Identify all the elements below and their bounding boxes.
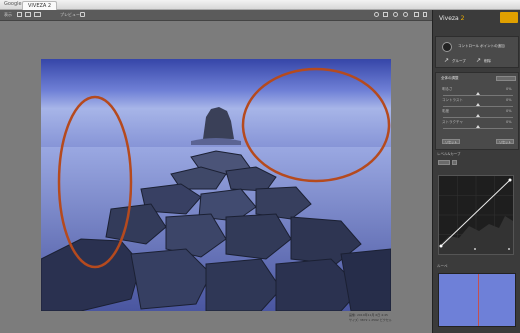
- app-version: 2: [460, 15, 465, 22]
- nik-logo: [500, 12, 518, 23]
- browser-brand: Google: [4, 1, 22, 7]
- fit-icon[interactable]: [383, 12, 388, 17]
- fullscreen-icon[interactable]: [414, 12, 419, 17]
- structure-knob[interactable]: [476, 125, 480, 128]
- curve-channel-select[interactable]: [438, 160, 450, 165]
- loupe-title: ルーペ: [437, 264, 448, 268]
- side-by-side-icon[interactable]: [34, 12, 41, 17]
- global-adjust-menu[interactable]: [496, 76, 516, 81]
- loupe-divider[interactable]: [478, 274, 479, 326]
- settings-icon[interactable]: [423, 12, 427, 17]
- group-arrow-icon[interactable]: ↗: [444, 58, 449, 64]
- saturation-knob[interactable]: [476, 114, 480, 117]
- saturation-slider[interactable]: [443, 117, 513, 118]
- control-point-section: コントロール ポイントの追加 ↗ グループ ↗ 削除: [435, 36, 519, 68]
- structure-label: ストラクチャ: [442, 120, 463, 124]
- image-info-line2: サイズ: 3872 x 2592 ピクセル: [349, 318, 392, 322]
- image-info: 画像: 2010年11月 6日 4:45 サイズ: 3872 x 2592 ピク…: [349, 313, 392, 323]
- reset-right-button[interactable]: リセット: [496, 139, 514, 144]
- global-adjust-section: 全体の調整 明るさ 0% コントラスト 0% 彩度 0% ストラクチャ 0% リ…: [435, 72, 519, 150]
- app-name: Viveza 2: [439, 15, 464, 22]
- saturation-value: 0%: [506, 109, 512, 113]
- curve-editor[interactable]: [438, 175, 514, 255]
- delete-label[interactable]: 削除: [484, 59, 491, 64]
- zoom-out-icon[interactable]: [403, 12, 408, 17]
- delete-arrow-icon[interactable]: ↗: [476, 58, 481, 64]
- view-label: 表示: [4, 12, 12, 17]
- structure-value: 0%: [506, 120, 512, 124]
- image-canvas[interactable]: 画像: 2010年11月 6日 4:45 サイズ: 3872 x 2592 ピク…: [0, 21, 432, 333]
- title-bar: Google VIVEZA 2: [0, 0, 520, 10]
- app-name-text: Viveza: [439, 15, 459, 22]
- contrast-label: コントラスト: [442, 98, 463, 102]
- contrast-slider[interactable]: [443, 106, 513, 107]
- tab-viveza[interactable]: VIVEZA 2: [22, 1, 58, 10]
- photo-preview[interactable]: [41, 59, 391, 311]
- brightness-knob[interactable]: [476, 92, 480, 95]
- brightness-label: 明るさ: [442, 87, 453, 91]
- split-view-icon[interactable]: [25, 12, 31, 17]
- reset-left-button[interactable]: リセット: [442, 139, 460, 144]
- right-panel: Viveza 2 コントロール ポイントの追加 ↗ グループ ↗ 削除 全体の調…: [432, 10, 520, 333]
- group-label[interactable]: グループ: [452, 59, 466, 64]
- brightness-value: 0%: [506, 87, 512, 91]
- structure-slider[interactable]: [443, 128, 513, 129]
- zoom-in-icon[interactable]: [393, 12, 398, 17]
- hand-tool-icon[interactable]: [374, 12, 379, 17]
- add-control-point-label: コントロール ポイントの追加: [458, 44, 505, 48]
- brightness-slider[interactable]: [443, 95, 513, 96]
- single-view-icon[interactable]: [17, 12, 22, 17]
- add-control-point-button[interactable]: [442, 42, 452, 52]
- curve-options-button[interactable]: [452, 160, 457, 165]
- loupe-preview[interactable]: [438, 273, 516, 327]
- global-adjust-title: 全体の調整: [441, 76, 459, 80]
- saturation-label: 彩度: [442, 109, 449, 113]
- preview-label: プレビュー: [60, 12, 80, 17]
- levels-curves-title: レベル&カーブ: [437, 152, 461, 156]
- contrast-knob[interactable]: [476, 103, 480, 106]
- toolbar: 表示 プレビュー: [0, 10, 432, 21]
- contrast-value: 0%: [506, 98, 512, 102]
- preview-toggle-icon[interactable]: [80, 12, 85, 17]
